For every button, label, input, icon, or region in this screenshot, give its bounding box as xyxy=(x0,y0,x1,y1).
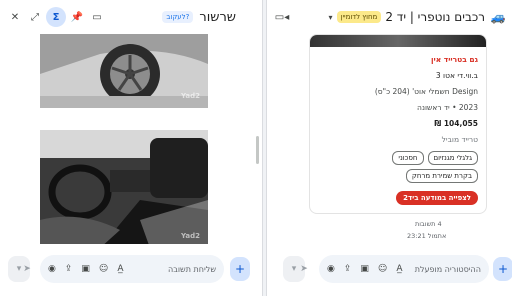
app: ✕ ⤢ Σ 📌 ▭ לעקוב? שרשור Yad2 Yad2 ▾ ➤ ◉ ⇪… xyxy=(0,0,512,296)
listing-badge: גם בטרייד אין xyxy=(430,55,478,64)
last-reply-time: אתמול 23:21 xyxy=(407,232,447,240)
add-button[interactable]: + xyxy=(230,257,250,281)
message-composer[interactable]: ◉ ⇪ ▣ ☺ A̲ ההיסטוריה מופעלת xyxy=(319,255,489,283)
thread-header: ✕ ⤢ Σ 📌 ▭ לעקוב? שרשור xyxy=(0,0,262,34)
expand-icon[interactable]: ⤢ xyxy=(26,8,44,26)
format-text-icon[interactable]: A̲ xyxy=(396,264,402,274)
add-button[interactable]: + xyxy=(493,257,512,281)
listing-model: ב.ווי.די אטו 3 xyxy=(435,71,478,80)
emoji-icon[interactable]: ☺ xyxy=(99,264,108,274)
upload-icon[interactable]: ⇪ xyxy=(344,264,352,274)
channel-pane: ▭◂ ▾ מחוץ לדומיין רכבים נוטפרי | יד 2 🚙 … xyxy=(266,0,512,296)
close-icon[interactable]: ✕ xyxy=(6,8,24,26)
record-icon[interactable]: ◉ xyxy=(48,264,56,274)
sticker-icon[interactable]: ▣ xyxy=(81,264,90,274)
send-button[interactable]: ➤ xyxy=(297,256,311,282)
reply-composer[interactable]: ◉ ⇪ ▣ ☺ A̲ שליחת תשובה xyxy=(40,255,224,283)
record-icon[interactable]: ◉ xyxy=(327,264,335,274)
car-icon: 🚙 xyxy=(490,10,506,24)
chevron-down-icon[interactable]: ▾ xyxy=(329,13,333,22)
channel-title[interactable]: רכבים נוטפרי | יד 2 xyxy=(385,10,485,24)
listing-price: 104,055 ₪ xyxy=(434,119,478,128)
feature-chip: בקרת שמירת מרחק xyxy=(405,169,478,183)
reply-count[interactable]: 4 תשובות xyxy=(415,220,442,228)
pin-icon[interactable]: 📌 xyxy=(68,8,86,26)
thread-messages[interactable]: Yad2 Yad2 xyxy=(40,34,208,244)
feature-chips: גלגלי מגנזיום חסכוני בקרת שמירת מרחק xyxy=(318,151,478,183)
emoji-icon[interactable]: ☺ xyxy=(378,264,387,274)
thread-pane: ✕ ⤢ Σ 📌 ▭ לעקוב? שרשור Yad2 Yad2 ▾ ➤ ◉ ⇪… xyxy=(0,0,263,296)
car-photo-wheel[interactable]: Yad2 xyxy=(40,34,208,108)
upload-icon[interactable]: ⇪ xyxy=(65,264,73,274)
thread-scrollbar[interactable] xyxy=(256,136,259,164)
sigma-icon[interactable]: Σ xyxy=(46,7,66,27)
folder-icon[interactable]: ▭ xyxy=(88,8,106,26)
video-icon[interactable]: ▭◂ xyxy=(273,8,291,26)
send-button[interactable]: ➤ xyxy=(20,256,34,282)
thread-title: שרשור xyxy=(199,9,236,25)
external-tag: מחוץ לדומיין xyxy=(336,11,382,23)
listing-dealer: טרייד מוביל xyxy=(441,135,478,144)
view-listing-button[interactable]: לצפייה במודעה ביד2 xyxy=(396,191,478,205)
listing-card: גם בטרייד אין ב.ווי.די אטו 3 Design חשמל… xyxy=(309,34,487,214)
watermark: Yad2 xyxy=(180,232,200,240)
format-text-icon[interactable]: A̲ xyxy=(117,264,123,274)
listing-trim: Design חשמלי אוט' (204 כ"ס) xyxy=(374,87,478,96)
message-input[interactable]: ההיסטוריה מופעלת xyxy=(415,265,481,274)
follow-tag[interactable]: לעקוב? xyxy=(162,11,194,23)
sticker-icon[interactable]: ▣ xyxy=(360,264,369,274)
reply-input[interactable]: שליחת תשובה xyxy=(168,265,216,274)
listing-image[interactable] xyxy=(310,35,486,47)
feature-chip: גלגלי מגנזיום xyxy=(427,151,478,165)
watermark: Yad2 xyxy=(180,92,200,100)
car-photo-interior[interactable]: Yad2 xyxy=(40,130,208,244)
feature-chip: חסכוני xyxy=(392,151,424,165)
channel-header: ▭◂ ▾ מחוץ לדומיין רכבים נוטפרי | יד 2 🚙 xyxy=(267,0,512,34)
listing-year: 2023 • יד ראשונה xyxy=(417,103,478,112)
